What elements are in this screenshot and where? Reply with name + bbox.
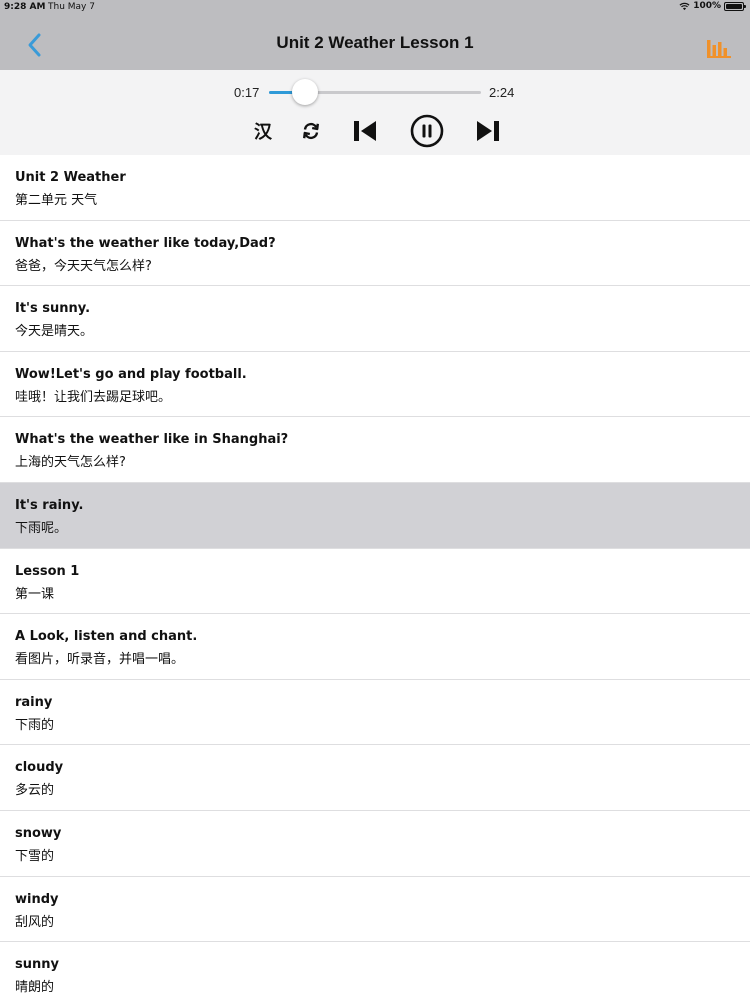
skip-previous-icon (354, 121, 376, 141)
status-date: Thu May 7 (48, 2, 95, 12)
english-sentence: It's sunny. (15, 301, 91, 317)
list-item[interactable]: It's sunny. 今天是晴天。 (0, 286, 750, 352)
english-sentence: Wow!Let's go and play football. (15, 366, 247, 382)
progress-slider[interactable] (269, 79, 481, 105)
english-sentence: What's the weather like today,Dad? (15, 235, 276, 251)
repeat-button[interactable] (298, 116, 324, 146)
status-right: 100% (679, 1, 746, 11)
english-sentence: rainy (15, 694, 53, 710)
list-item[interactable]: A Look, listen and chant. 看图片，听录音，并唱一唱。 (0, 614, 750, 680)
chinese-translation: 第二单元 天气 (15, 193, 98, 208)
list-item[interactable]: snowy 下雪的 (0, 811, 750, 877)
chinese-translation: 爸爸，今天天气怎么样? (15, 258, 152, 274)
list-item[interactable]: What's the weather like in Shanghai? 上海的天… (0, 417, 750, 483)
chinese-translation: 上海的天气怎么样? (15, 455, 126, 471)
navigation-bar: 9:28 AM Thu May 7 100% Unit 2 Weather Le… (0, 0, 750, 70)
english-sentence: sunny (15, 957, 59, 973)
sentence-list: Unit 2 Weather 第二单元 天气 What's the weather … (0, 155, 750, 1000)
total-time: 2:24 (489, 85, 515, 100)
chinese-translation: 第一课 (15, 586, 55, 602)
chinese-translation: 看图片，听录音，并唱一唱。 (15, 652, 185, 668)
list-item[interactable]: windy 刮风的 (0, 877, 750, 943)
list-item[interactable]: Lesson 1 第一课 (0, 549, 750, 615)
english-sentence: Unit 2 Weather (15, 170, 126, 185)
chinese-translation: 哇哦！让我们去踢足球吧。 (15, 389, 172, 405)
status-time: 9:28 AM (4, 2, 46, 12)
back-chevron-icon[interactable] (24, 30, 46, 60)
audio-player: 0:17 2:24 汉 (0, 70, 750, 155)
list-item[interactable]: What's the weather like today,Dad? 爸爸，今天天… (0, 221, 750, 287)
bar-chart-icon[interactable] (706, 36, 732, 58)
repeat-icon (303, 122, 319, 140)
english-sentence: What's the weather like in Shanghai? (15, 432, 289, 448)
list-item[interactable]: cloudy 多云的 (0, 745, 750, 811)
progress-thumb[interactable] (292, 79, 319, 105)
chinese-translation: 晴朗的 (15, 980, 55, 996)
current-time: 0:17 (234, 85, 260, 100)
pause-circle-icon (410, 114, 444, 148)
chinese-translation: 下雨的 (15, 717, 55, 733)
pause-button[interactable] (410, 114, 444, 148)
english-sentence: Lesson 1 (15, 563, 80, 579)
previous-track-button[interactable] (351, 116, 379, 146)
status-bar: 9:28 AM Thu May 7 100% (0, 0, 750, 14)
list-item[interactable]: Unit 2 Weather 第二单元 天气 (0, 155, 750, 221)
list-item[interactable]: sunny 晴朗的 (0, 942, 750, 1000)
lesson-screen: 9:28 AM Thu May 7 100% Unit 2 Weather Le… (0, 0, 750, 1000)
chinese-translation: 刮风的 (15, 914, 55, 930)
battery-percent: 100% (693, 1, 721, 11)
wifi-icon (679, 2, 690, 10)
battery-icon (724, 1, 746, 11)
chinese-translation: 下雪的 (15, 848, 55, 864)
english-sentence: windy (15, 891, 59, 907)
english-sentence: A Look, listen and chant. (15, 629, 198, 645)
page-title: Unit 2 Weather Lesson 1 (276, 33, 474, 52)
chinese-toggle-button[interactable]: 汉 (250, 116, 276, 146)
chinese-translation: 下雨呢。 (15, 520, 68, 536)
english-sentence: snowy (15, 825, 62, 841)
chinese-translation: 多云的 (15, 783, 55, 799)
skip-next-icon (477, 121, 499, 141)
list-item[interactable]: It's rainy. 下雨呢。 (0, 482, 750, 549)
next-track-button[interactable] (474, 116, 502, 146)
english-sentence: cloudy (15, 760, 64, 776)
list-item[interactable]: rainy 下雨的 (0, 680, 750, 746)
english-sentence: It's rainy. (15, 497, 84, 513)
chinese-translation: 今天是晴天。 (15, 324, 94, 340)
list-item[interactable]: Wow!Let's go and play football. 哇哦！让我们去踢足… (0, 352, 750, 418)
